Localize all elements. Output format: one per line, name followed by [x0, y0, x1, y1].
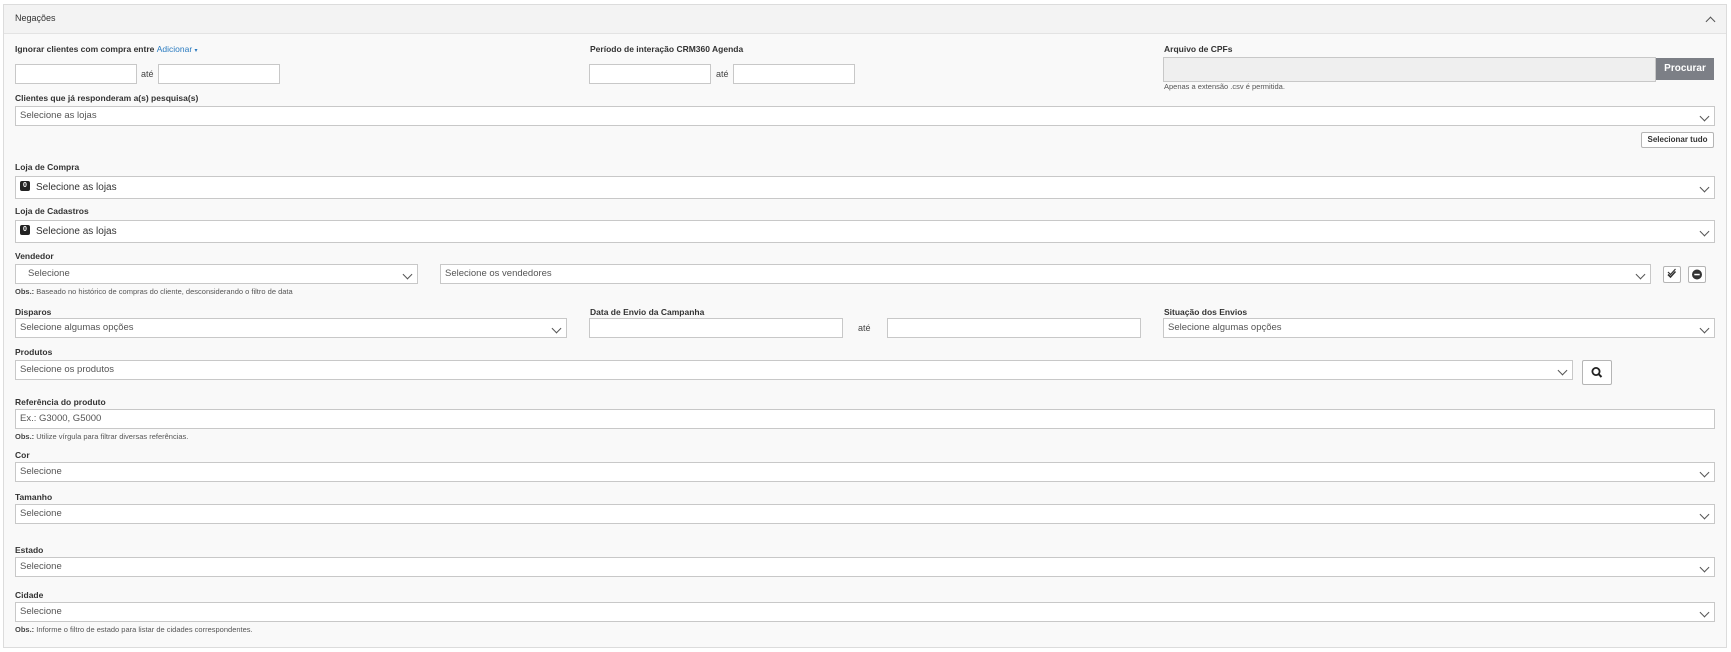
seller-note-text: Baseado no histórico de compras do clien…: [34, 287, 293, 296]
send-status-placeholder: Selecione algumas opções: [1168, 322, 1282, 333]
state-select[interactable]: Selecione: [15, 557, 1715, 577]
select-all-sellers-button[interactable]: [1663, 266, 1681, 283]
size-placeholder: Selecione: [20, 508, 62, 519]
search-icon: [1591, 367, 1603, 378]
seller-note: Obs.: Baseado no histórico de compras do…: [15, 287, 293, 296]
city-select[interactable]: Selecione: [15, 602, 1715, 622]
select-all-button[interactable]: Selecionar tudo: [1641, 132, 1714, 148]
size-label: Tamanho: [15, 492, 53, 502]
seller-type-select[interactable]: Selecione: [15, 264, 418, 284]
browse-button[interactable]: Procurar: [1656, 58, 1714, 80]
clear-sellers-button[interactable]: [1688, 266, 1706, 283]
city-note: Obs.: Informe o filtro de estado para li…: [15, 625, 253, 634]
ignore-purchase-to-input[interactable]: [158, 64, 280, 84]
send-status-select[interactable]: Selecione algumas opções: [1163, 318, 1715, 338]
send-date-from-input[interactable]: [589, 318, 843, 338]
chevron-down-icon: [402, 269, 413, 280]
product-ref-note-text: Utilize vírgula para filtrar diversas re…: [34, 432, 189, 441]
product-ref-note-prefix: Obs.:: [15, 432, 35, 441]
add-caret-icon[interactable]: ▾: [195, 48, 198, 54]
chevron-down-icon: [1699, 111, 1710, 122]
product-ref-input[interactable]: Ex.: G3000, G5000: [15, 409, 1715, 429]
sellers-select[interactable]: Selecione os vendedores: [440, 264, 1651, 284]
check-all-icon: [1667, 268, 1677, 279]
city-label: Cidade: [15, 590, 44, 600]
chevron-down-icon: [1699, 509, 1710, 520]
send-status-label: Situação dos Envios: [1164, 307, 1248, 317]
product-ref-note: Obs.: Utilize vírgula para filtrar diver…: [15, 432, 188, 441]
color-label: Cor: [15, 450, 30, 460]
panel-header[interactable]: Negações: [4, 5, 1726, 34]
crm-period-label: Período de interação CRM360 Agenda: [590, 44, 744, 54]
surveys-label: Clientes que já responderam a(s) pesquis…: [15, 93, 199, 103]
chevron-down-icon: [551, 323, 562, 334]
sellers-placeholder: Selecione os vendedores: [445, 268, 552, 279]
surveys-select[interactable]: Selecione as lojas: [15, 106, 1715, 126]
chevron-down-icon: [1557, 365, 1568, 376]
chevron-down-icon: [1699, 182, 1710, 193]
city-note-prefix: Obs.:: [15, 625, 35, 634]
cpf-file-note: Apenas a extensão .csv é permitida.: [1164, 82, 1285, 91]
register-store-placeholder: Selecione as lojas: [36, 226, 117, 237]
city-note-text: Informe o filtro de estado para listar d…: [34, 625, 253, 634]
product-ref-label: Referência do produto: [15, 397, 106, 407]
chevron-down-icon: [1635, 269, 1646, 280]
state-placeholder: Selecione: [20, 561, 62, 572]
send-date-to-input[interactable]: [887, 318, 1141, 338]
chevron-down-icon: [1699, 562, 1710, 573]
purchase-store-label: Loja de Compra: [15, 162, 80, 172]
register-store-count-badge: 0: [20, 225, 30, 236]
dispatches-placeholder: Selecione algumas opções: [20, 322, 134, 333]
color-select[interactable]: Selecione: [15, 462, 1715, 482]
crm-period-to-input[interactable]: [733, 64, 855, 84]
seller-label: Vendedor: [15, 251, 54, 261]
city-placeholder: Selecione: [20, 606, 62, 617]
send-date-label: Data de Envio da Campanha: [590, 307, 705, 317]
products-label: Produtos: [15, 347, 53, 357]
panel-title: Negações: [15, 13, 56, 23]
chevron-down-icon: [1699, 607, 1710, 618]
collapse-chevron-icon[interactable]: [1705, 16, 1716, 27]
purchase-store-select[interactable]: 0 Selecione as lojas: [15, 176, 1715, 199]
color-placeholder: Selecione: [20, 466, 62, 477]
register-store-select[interactable]: 0 Selecione as lojas: [15, 220, 1715, 243]
seller-note-prefix: Obs.:: [15, 287, 35, 296]
register-store-label: Loja de Cadastros: [15, 206, 89, 216]
minus-circle-icon: [1692, 269, 1702, 280]
dispatches-label: Disparos: [15, 307, 52, 317]
chevron-down-icon: [1699, 226, 1710, 237]
ignore-purchase-label: Ignorar clientes com compra entre Adicio…: [15, 44, 198, 54]
seller-type-placeholder: Selecione: [28, 268, 70, 279]
chevron-down-icon: [1699, 467, 1710, 478]
crm-period-from-input[interactable]: [589, 64, 711, 84]
chevron-down-icon: [1699, 323, 1710, 334]
state-label: Estado: [15, 545, 44, 555]
crm-period-separator: até: [716, 69, 729, 79]
size-select[interactable]: Selecione: [15, 504, 1715, 524]
cpf-file-label: Arquivo de CPFs: [1164, 44, 1233, 54]
product-search-button[interactable]: [1582, 360, 1612, 385]
dispatches-select[interactable]: Selecione algumas opções: [15, 318, 567, 338]
products-select[interactable]: Selecione os produtos: [15, 360, 1573, 380]
surveys-placeholder: Selecione as lojas: [20, 110, 97, 121]
ignore-purchase-label-text: Ignorar clientes com compra entre: [15, 44, 155, 54]
send-date-separator: até: [858, 323, 871, 333]
ignore-purchase-separator: até: [141, 69, 154, 79]
purchase-store-placeholder: Selecione as lojas: [36, 182, 117, 193]
cpf-file-input[interactable]: [1163, 57, 1656, 82]
purchase-store-count-badge: 0: [20, 181, 30, 192]
ignore-purchase-from-input[interactable]: [15, 64, 137, 84]
add-link[interactable]: Adicionar: [157, 44, 192, 54]
products-placeholder: Selecione os produtos: [20, 364, 115, 375]
